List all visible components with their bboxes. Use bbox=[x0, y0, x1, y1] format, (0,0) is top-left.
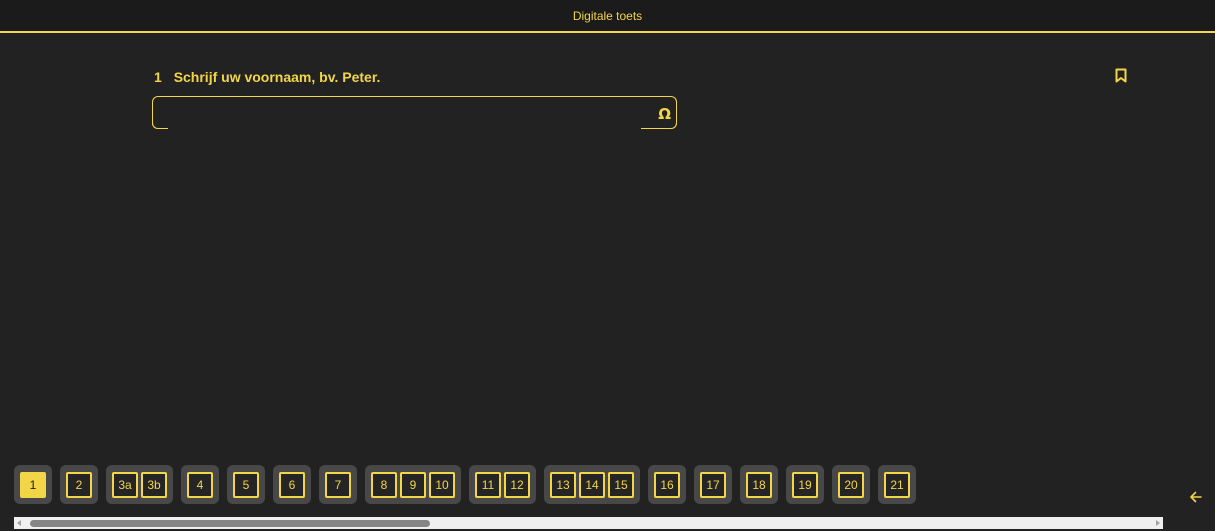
question-button-2[interactable]: 2 bbox=[66, 472, 92, 498]
question-button-7[interactable]: 7 bbox=[325, 472, 351, 498]
page-title: Digitale toets bbox=[572, 9, 643, 23]
question-group: 13 14 15 bbox=[544, 465, 640, 504]
horizontal-scrollbar[interactable] bbox=[14, 517, 1163, 529]
question-button-3a[interactable]: 3a bbox=[112, 472, 138, 498]
question-text: Schrijf uw voornaam, bv. Peter. bbox=[173, 69, 381, 85]
question-group: 21 bbox=[878, 465, 916, 504]
question-navigation: 1 2 3a 3b 4 5 6 7 8 9 10 11 12 13 14 15 16 17 18 19 20 21 bbox=[14, 465, 1163, 517]
question-button-14[interactable]: 14 bbox=[579, 472, 605, 498]
scrollbar-thumb[interactable] bbox=[30, 520, 430, 527]
question-group: 8 9 10 bbox=[365, 465, 461, 504]
question-button-5[interactable]: 5 bbox=[233, 472, 259, 498]
question-group: 3a 3b bbox=[106, 465, 173, 504]
question-button-1[interactable]: 1 bbox=[20, 472, 46, 498]
question-button-3b[interactable]: 3b bbox=[141, 472, 167, 498]
question-button-21[interactable]: 21 bbox=[884, 472, 910, 498]
question-button-19[interactable]: 19 bbox=[792, 472, 818, 498]
answer-field[interactable]: Ω bbox=[152, 96, 677, 129]
question-group: 1 bbox=[14, 465, 52, 504]
question-group: 2 bbox=[60, 465, 98, 504]
omega-icon[interactable]: Ω bbox=[658, 105, 671, 123]
question-button-11[interactable]: 11 bbox=[475, 472, 501, 498]
question-group: 5 bbox=[227, 465, 265, 504]
scroll-left-icon[interactable] bbox=[17, 520, 21, 526]
answer-input[interactable] bbox=[160, 102, 644, 124]
question-group: 17 bbox=[694, 465, 732, 504]
question-button-17[interactable]: 17 bbox=[700, 472, 726, 498]
scroll-right-icon[interactable] bbox=[1156, 520, 1160, 526]
app-header: Digitale toets bbox=[0, 0, 1215, 33]
question-group: 11 12 bbox=[469, 465, 536, 504]
question-button-8[interactable]: 8 bbox=[371, 472, 397, 498]
arrow-left-icon[interactable] bbox=[1188, 489, 1204, 505]
question-button-6[interactable]: 6 bbox=[279, 472, 305, 498]
question-prompt: 1 Schrijf uw voornaam, bv. Peter. bbox=[154, 69, 380, 85]
question-button-9[interactable]: 9 bbox=[400, 472, 426, 498]
question-group: 6 bbox=[273, 465, 311, 504]
question-number: 1 bbox=[154, 69, 162, 85]
question-button-10[interactable]: 10 bbox=[429, 472, 455, 498]
question-button-4[interactable]: 4 bbox=[187, 472, 213, 498]
question-button-18[interactable]: 18 bbox=[746, 472, 772, 498]
question-button-20[interactable]: 20 bbox=[838, 472, 864, 498]
question-group: 20 bbox=[832, 465, 870, 504]
question-group: 16 bbox=[648, 465, 686, 504]
question-button-12[interactable]: 12 bbox=[504, 472, 530, 498]
question-button-16[interactable]: 16 bbox=[654, 472, 680, 498]
question-group: 18 bbox=[740, 465, 778, 504]
question-group: 19 bbox=[786, 465, 824, 504]
bookmark-icon[interactable] bbox=[1115, 68, 1127, 83]
question-button-13[interactable]: 13 bbox=[550, 472, 576, 498]
question-group: 4 bbox=[181, 465, 219, 504]
question-group: 7 bbox=[319, 465, 357, 504]
question-button-15[interactable]: 15 bbox=[608, 472, 634, 498]
